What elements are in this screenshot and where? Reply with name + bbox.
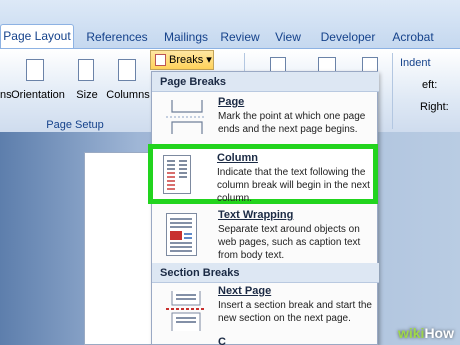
orientation-icon	[26, 59, 44, 81]
tab-references[interactable]: References	[80, 26, 154, 48]
columns-icon	[118, 59, 136, 81]
page-breaks-header: Page Breaks	[152, 72, 379, 92]
tab-acrobat[interactable]: Acrobat	[388, 26, 438, 48]
indent-right-label: Right:	[420, 101, 449, 113]
breaks-button[interactable]: Breaks ▾	[150, 50, 214, 70]
text-wrapping-icon	[166, 213, 197, 256]
tab-page-layout[interactable]: Page Layout	[0, 24, 74, 48]
menu-item-title: C	[218, 336, 226, 345]
breaks-label: Breaks	[169, 54, 204, 66]
wikihow-watermark: wikiHow	[398, 325, 454, 341]
menu-item-title: Page	[218, 96, 245, 108]
menu-item-title: Next Page	[218, 285, 272, 297]
menu-item-title: Column	[217, 152, 258, 164]
page-setup-group: ns Orientation Size Columns Page Setup	[0, 49, 150, 133]
tab-review[interactable]: Review	[218, 26, 262, 48]
menu-item-page-break[interactable]: Page Mark the point at which one page en…	[152, 92, 379, 144]
column-break-icon	[163, 155, 191, 194]
watermark-wiki: wiki	[397, 325, 425, 341]
menu-item-description: Insert a section break and start the new…	[218, 300, 372, 324]
watermark-how: How	[424, 325, 454, 341]
next-page-icon	[166, 291, 206, 331]
size-icon	[78, 59, 94, 81]
group-separator	[392, 53, 393, 129]
page-setup-group-label: Page Setup	[46, 119, 104, 131]
menu-item-next-page[interactable]: Next Page Insert a section break and sta…	[152, 283, 379, 339]
tab-mailings[interactable]: Mailings	[156, 26, 216, 48]
menu-item-text-wrapping[interactable]: Text Wrapping Separate text around objec…	[152, 207, 379, 262]
breaks-dropdown-menu: Page Breaks Page Mark the point at which…	[151, 71, 379, 345]
size-button[interactable]: Size	[74, 89, 100, 101]
section-breaks-header: Section Breaks	[152, 263, 379, 283]
menu-item-description: Indicate that the text following the col…	[217, 167, 370, 204]
ribbon-tab-bar: Page Layout References Mailings Review V…	[0, 0, 460, 48]
menu-item-description: Mark the point at which one page ends an…	[218, 111, 366, 135]
page-break-icon	[166, 100, 206, 134]
menu-item-description: Separate text around objects on web page…	[218, 224, 361, 261]
tab-view[interactable]: View	[268, 26, 308, 48]
indent-label: Indent	[400, 57, 431, 69]
breaks-icon	[155, 54, 166, 66]
menu-item-title: Text Wrapping	[218, 209, 294, 221]
columns-button[interactable]: Columns	[106, 89, 150, 101]
indent-left-label: eft:	[422, 79, 438, 91]
tab-developer[interactable]: Developer	[316, 26, 380, 48]
orientation-button[interactable]: Orientation	[10, 89, 66, 101]
menu-item-column-break[interactable]: Column Indicate that the text following …	[148, 144, 378, 204]
menu-item-continuous[interactable]: C	[152, 336, 379, 345]
